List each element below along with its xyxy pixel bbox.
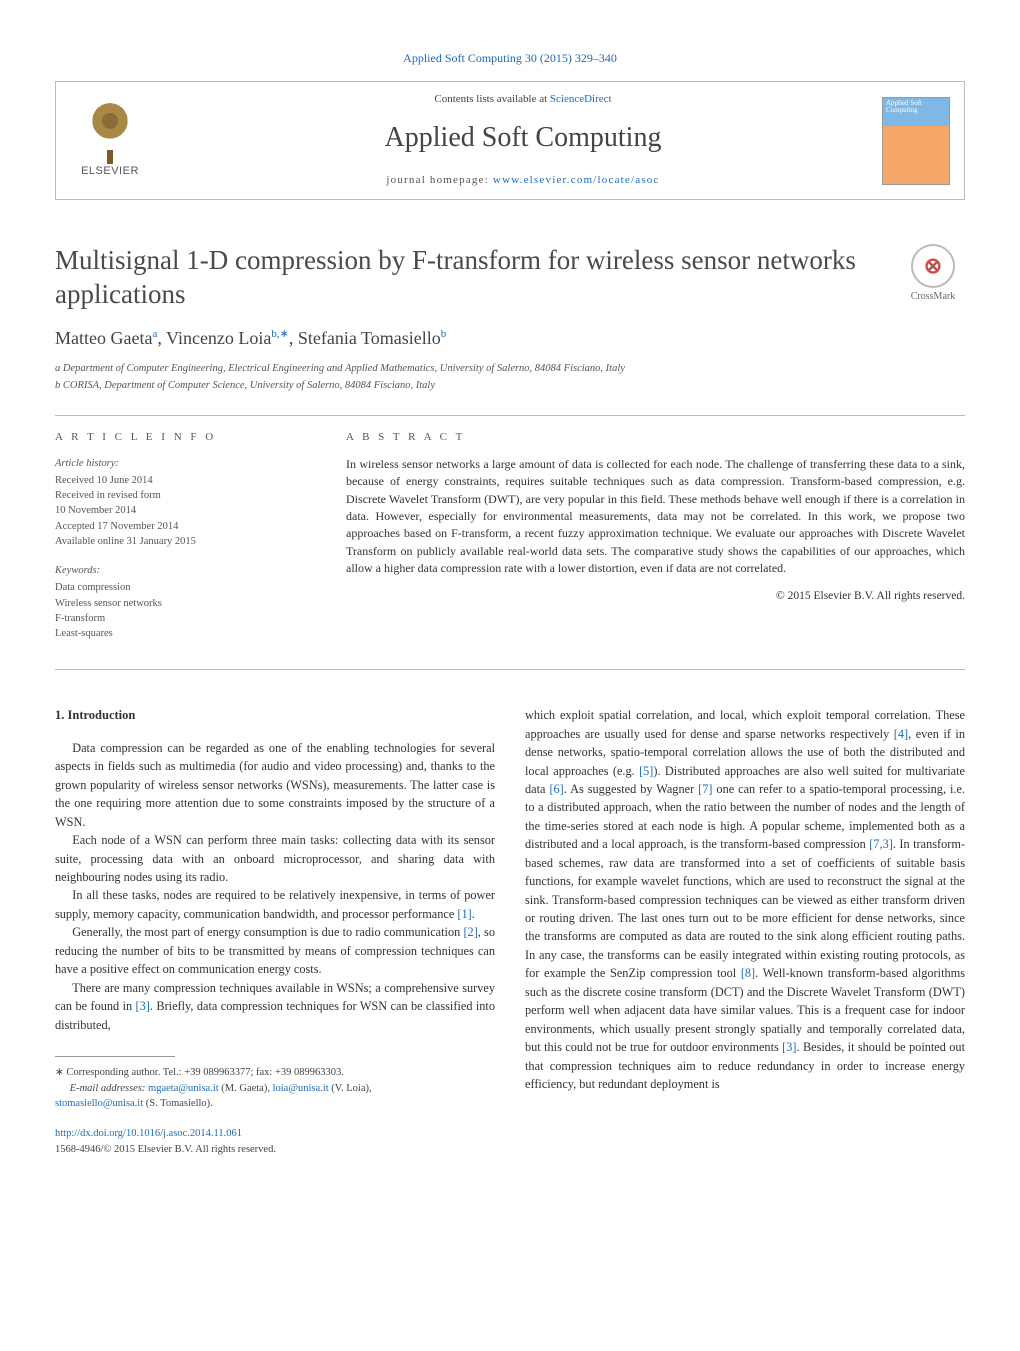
author-1: Matteo Gaeta (55, 328, 152, 348)
body-paragraph: Generally, the most part of energy consu… (55, 923, 495, 978)
body-paragraph: Each node of a WSN can perform three mai… (55, 831, 495, 886)
author-2: Vincenzo Loia (166, 328, 271, 348)
email-addresses-cont: stomasiello@unisa.it (S. Tomasiello). (55, 1096, 495, 1112)
citation-link[interactable]: [7,3] (869, 837, 893, 851)
contents-list-line: Contents lists available at ScienceDirec… (164, 92, 882, 108)
affiliations: a Department of Computer Engineering, El… (55, 361, 965, 392)
cover-band: Applied Soft Computing (883, 98, 949, 126)
article-meta-row: A R T I C L E I N F O Article history: R… (55, 415, 965, 670)
affiliation-a: a Department of Computer Engineering, El… (55, 361, 965, 376)
history-line: 10 November 2014 (55, 503, 310, 518)
elsevier-logo[interactable]: ELSEVIER (70, 101, 150, 181)
article-info-block: A R T I C L E I N F O Article history: R… (55, 416, 328, 669)
author-2-aff: b,∗ (271, 328, 288, 340)
citation-link[interactable]: [3] (136, 999, 150, 1013)
keyword: Data compression (55, 580, 310, 595)
citation-link[interactable]: [3] (782, 1040, 796, 1054)
keywords-label: Keywords: (55, 563, 310, 578)
journal-homepage-link[interactable]: www.elsevier.com/locate/asoc (493, 174, 660, 186)
article-title: Multisignal 1-D compression by F-transfo… (55, 244, 887, 312)
authors-line: Matteo Gaetaa, Vincenzo Loiab,∗, Stefani… (55, 325, 965, 351)
homepage-prefix: journal homepage: (386, 174, 493, 186)
citation-link[interactable]: [7] (698, 782, 712, 796)
citation-link[interactable]: [5] (639, 764, 653, 778)
citation-link[interactable]: [1] (457, 907, 471, 921)
body-paragraph: There are many compression techniques av… (55, 979, 495, 1034)
article-info-heading: A R T I C L E I N F O (55, 430, 310, 446)
journal-cover-thumbnail: Applied Soft Computing (882, 97, 950, 185)
history-label: Article history: (55, 456, 310, 471)
body-paragraph: which exploit spatial correlation, and l… (525, 706, 965, 1093)
corresponding-mark[interactable]: ∗ (280, 328, 289, 340)
author-3: Stefania Tomasiello (298, 328, 441, 348)
journal-name: Applied Soft Computing (164, 118, 882, 159)
elsevier-text: ELSEVIER (81, 164, 139, 180)
citation-link[interactable]: [2] (463, 925, 477, 939)
doi-link[interactable]: http://dx.doi.org/10.1016/j.asoc.2014.11… (55, 1128, 242, 1139)
abstract-text: In wireless sensor networks a large amou… (346, 456, 965, 578)
abstract-heading: A B S T R A C T (346, 430, 965, 446)
journal-homepage-line: journal homepage: www.elsevier.com/locat… (164, 173, 882, 189)
crossmark-badge[interactable]: ⊗ CrossMark (901, 244, 965, 305)
abstract-copyright: © 2015 Elsevier B.V. All rights reserved… (346, 588, 965, 605)
citation-link[interactable]: [8] (741, 966, 755, 980)
keyword: Least-squares (55, 626, 310, 641)
journal-header: ELSEVIER Contents lists available at Sci… (55, 81, 965, 199)
history-line: Accepted 17 November 2014 (55, 519, 310, 534)
email-addresses: E-mail addresses: mgaeta@unisa.it (M. Ga… (70, 1081, 495, 1097)
footnote-separator (55, 1056, 175, 1057)
corresponding-author-note: ∗ Corresponding author. Tel.: +39 089963… (55, 1065, 495, 1081)
author-3-aff: b (441, 328, 447, 340)
elsevier-tree-icon (83, 102, 137, 156)
issn-copyright: 1568-4946/© 2015 Elsevier B.V. All right… (55, 1142, 495, 1158)
section-1-heading: 1. Introduction (55, 706, 495, 725)
affiliation-b: b CORISA, Department of Computer Science… (55, 378, 965, 393)
body-paragraph: In all these tasks, nodes are required t… (55, 886, 495, 923)
crossmark-label: CrossMark (911, 291, 955, 302)
history-line: Received 10 June 2014 (55, 473, 310, 488)
body-paragraph: Data compression can be regarded as one … (55, 739, 495, 831)
sciencedirect-link[interactable]: ScienceDirect (550, 93, 612, 105)
history-line: Available online 31 January 2015 (55, 534, 310, 549)
email-link[interactable]: stomasiello@unisa.it (55, 1098, 143, 1109)
crossmark-icon: ⊗ (911, 244, 955, 288)
keyword: F-transform (55, 611, 310, 626)
contents-prefix: Contents lists available at (434, 93, 549, 105)
footnotes: ∗ Corresponding author. Tel.: +39 089963… (55, 1065, 495, 1112)
doi-block: http://dx.doi.org/10.1016/j.asoc.2014.11… (55, 1126, 495, 1158)
abstract-block: A B S T R A C T In wireless sensor netwo… (328, 416, 965, 669)
history-line: Received in revised form (55, 488, 310, 503)
keyword: Wireless sensor networks (55, 596, 310, 611)
email-link[interactable]: loia@unisa.it (273, 1083, 329, 1094)
email-link[interactable]: mgaeta@unisa.it (148, 1083, 219, 1094)
citation-link[interactable]: [4] (894, 727, 908, 741)
journal-ref-link[interactable]: Applied Soft Computing 30 (2015) 329–340 (403, 51, 617, 65)
body-columns: 1. Introduction Data compression can be … (55, 706, 965, 1158)
journal-reference: Applied Soft Computing 30 (2015) 329–340 (55, 50, 965, 67)
citation-link[interactable]: [6] (549, 782, 563, 796)
